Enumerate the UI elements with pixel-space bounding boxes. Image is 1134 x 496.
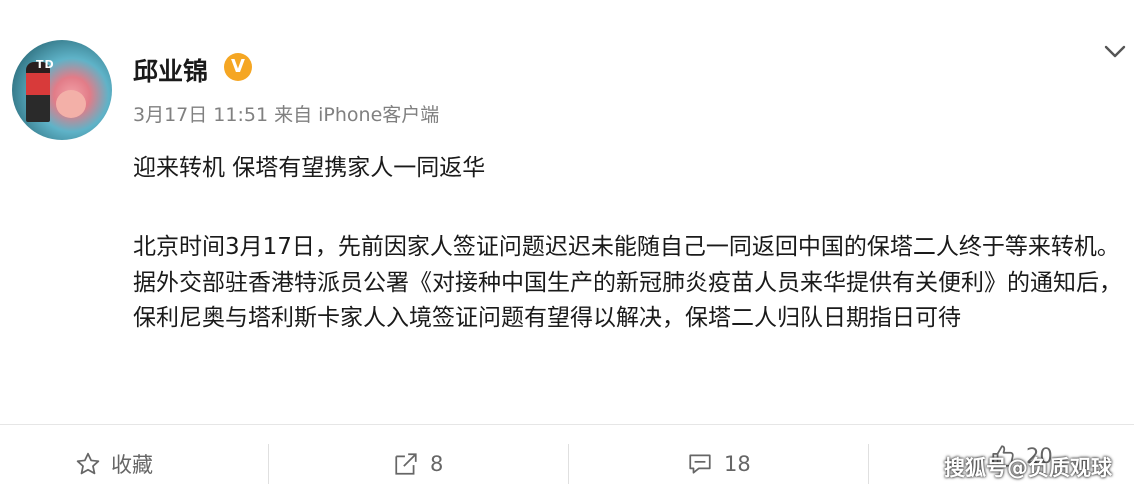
divider [0,424,1134,425]
author-name[interactable]: 邱业锦 [133,52,208,88]
comment-icon [689,454,711,474]
star-icon [76,452,100,475]
avatar-text: TD [36,58,55,71]
repost-count: 8 [430,452,444,476]
action-separator [568,444,569,484]
comment-button[interactable]: 18 [686,448,751,480]
comment-count: 18 [724,452,751,476]
verified-badge-icon: V [224,53,252,81]
repost-button[interactable]: 8 [392,448,443,480]
favorite-label: 收藏 [111,453,153,477]
post-meta: 3月17日 11:51 来自 iPhone客户端 [133,104,440,126]
avatar[interactable]: TD [12,40,112,140]
action-separator [268,444,269,484]
repost-icon [395,453,417,475]
favorite-button[interactable]: 收藏 [75,448,153,480]
action-separator [868,444,869,484]
post-body: 北京时间3月17日，先前因家人签证问题迟迟未能随自己一同返回中国的保塔二人终于等… [133,234,1122,331]
avatar-figure [26,62,50,122]
watermark: 搜狐号@负质观球 [944,456,1112,480]
avatar-figure-2 [56,90,86,118]
chevron-down-icon[interactable] [1100,38,1130,66]
post-title: 迎来转机 保塔有望携家人一同返华 [133,155,486,181]
